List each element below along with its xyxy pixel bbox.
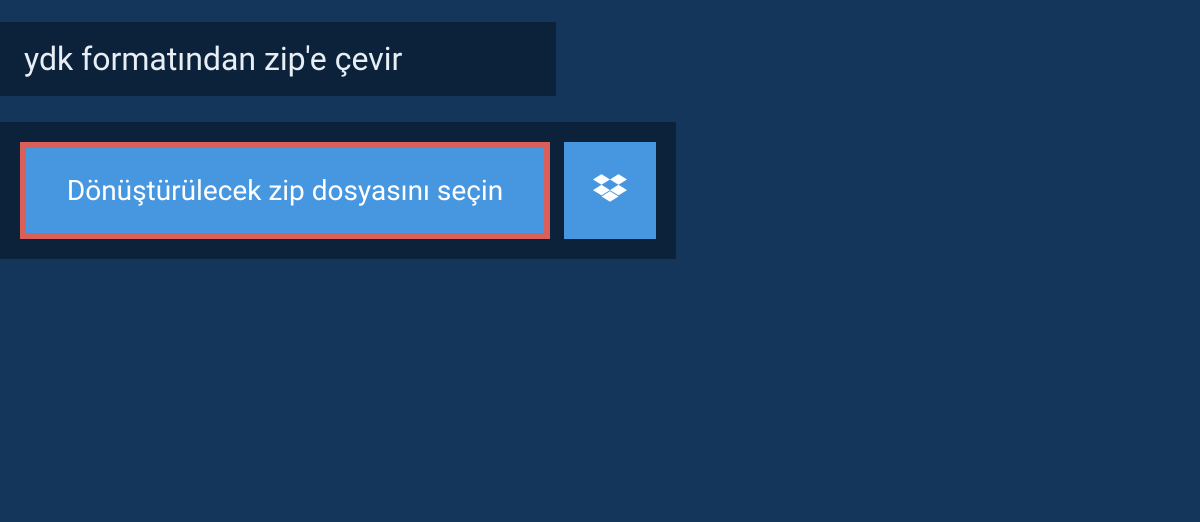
dropbox-icon [593,174,627,208]
select-file-label: Dönüştürülecek zip dosyasını seçin [67,174,503,207]
select-file-button[interactable]: Dönüştürülecek zip dosyasını seçin [20,142,550,239]
upload-section: Dönüştürülecek zip dosyasını seçin [0,122,676,259]
header-bar: ydk formatından zip'e çevir [0,22,556,96]
page-title: ydk formatından zip'e çevir [24,40,532,78]
dropbox-button[interactable] [564,142,656,239]
